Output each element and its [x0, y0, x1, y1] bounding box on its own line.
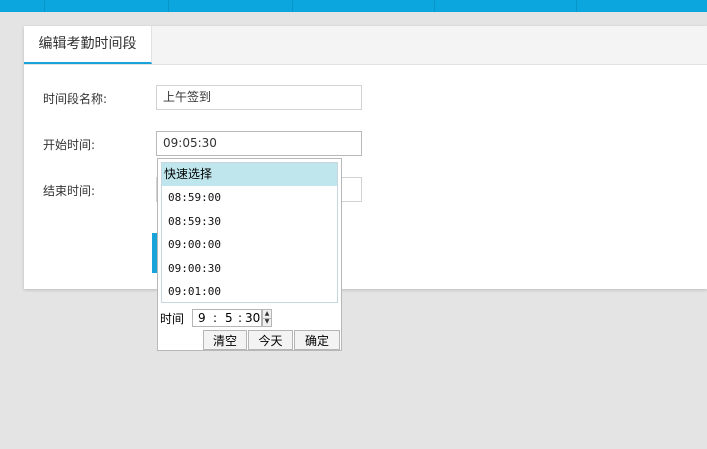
- clear-button[interactable]: 清空: [203, 330, 247, 350]
- time-picker-dropdown: 快速选择 08:59:00 08:59:30 09:00:00 09:00:30…: [157, 158, 342, 351]
- triangle-down-icon[interactable]: ▼: [263, 318, 271, 326]
- hour-field[interactable]: 9: [198, 310, 206, 326]
- end-time-label: 结束时间:: [43, 184, 96, 198]
- edit-panel: 编辑考勤时间段 时间段名称: 上午签到 开始时间: 09:05:30 结束时间:: [24, 26, 707, 289]
- name-input[interactable]: 上午签到: [156, 85, 362, 110]
- start-time-label: 开始时间:: [43, 138, 96, 152]
- quick-time-option[interactable]: 09:01:00: [162, 280, 337, 304]
- top-nav-bar: [0, 0, 707, 12]
- quick-time-option[interactable]: 08:59:30: [162, 210, 337, 234]
- name-label: 时间段名称:: [43, 92, 108, 106]
- minute-field[interactable]: 5: [225, 310, 233, 326]
- second-field[interactable]: 30: [245, 310, 260, 326]
- quick-select-list: 快速选择 08:59:00 08:59:30 09:00:00 09:00:30…: [161, 162, 338, 303]
- quick-time-option[interactable]: 08:59:00: [162, 186, 337, 210]
- time-spinner: ▲ ▼: [262, 309, 272, 327]
- time-label: 时间: [160, 312, 185, 326]
- time-separator: :: [213, 311, 218, 325]
- tab-edit-time-period[interactable]: 编辑考勤时间段: [24, 26, 152, 64]
- top-nav-divider: [44, 0, 45, 12]
- start-time-input[interactable]: 09:05:30: [156, 131, 362, 156]
- ok-button[interactable]: 确定: [294, 330, 340, 350]
- today-button[interactable]: 今天: [248, 330, 293, 350]
- top-nav-divider: [168, 0, 169, 12]
- top-nav-divider: [292, 0, 293, 12]
- picker-buttons: 清空 今天 确定: [203, 330, 341, 350]
- top-nav-divider: [576, 0, 577, 12]
- quick-time-option[interactable]: 09:00:00: [162, 233, 337, 257]
- top-nav-divider: [434, 0, 435, 12]
- time-separator: :: [238, 311, 243, 325]
- time-row: 时间 9 : 5 : 30 ▲ ▼: [160, 309, 340, 327]
- tab-bar: 编辑考勤时间段: [24, 26, 707, 65]
- quick-select-title: 快速选择: [162, 163, 337, 186]
- quick-time-option[interactable]: 09:00:30: [162, 257, 337, 281]
- time-spin-input: 9 : 5 : 30: [192, 309, 262, 327]
